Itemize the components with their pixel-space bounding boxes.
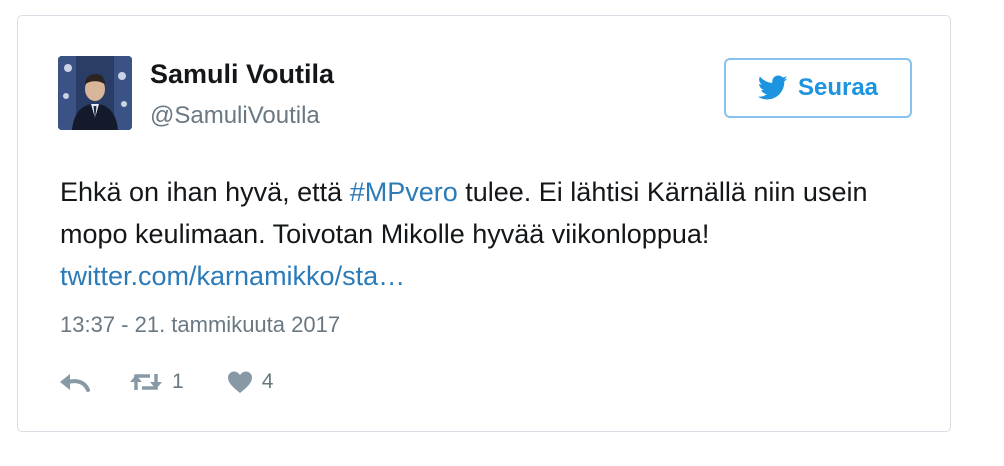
avatar[interactable] — [58, 56, 132, 130]
quoted-tweet-link[interactable]: twitter.com/karnamikko/sta… — [60, 261, 405, 291]
embedded-tweet-card: Samuli Voutila @SamuliVoutila Seuraa Ehk… — [17, 15, 951, 432]
reply-icon — [60, 374, 90, 392]
tweet-timestamp[interactable]: 13:37 - 21. tammikuuta 2017 — [60, 312, 340, 338]
like-count: 4 — [261, 370, 274, 393]
twitter-bird-icon — [757, 75, 788, 100]
reply-button[interactable] — [58, 370, 90, 394]
like-button[interactable]: 4 — [226, 370, 274, 394]
tweet-actions: 1 4 — [58, 367, 273, 397]
retweet-button[interactable]: 1 — [128, 370, 184, 394]
tweet-text-part: Ehkä on ihan hyvä, että — [60, 177, 350, 207]
heart-icon — [227, 371, 252, 393]
author-name[interactable]: Samuli Voutila — [150, 59, 334, 90]
tweet-text: Ehkä on ihan hyvä, että #MPvero tulee. E… — [60, 171, 920, 297]
author-handle[interactable]: @SamuliVoutila — [150, 102, 320, 130]
retweet-count: 1 — [172, 370, 184, 393]
follow-label: Seuraa — [797, 74, 879, 101]
hashtag-link[interactable]: #MPvero — [350, 177, 458, 207]
follow-button[interactable]: Seuraa — [724, 58, 912, 118]
retweet-icon — [130, 374, 162, 390]
